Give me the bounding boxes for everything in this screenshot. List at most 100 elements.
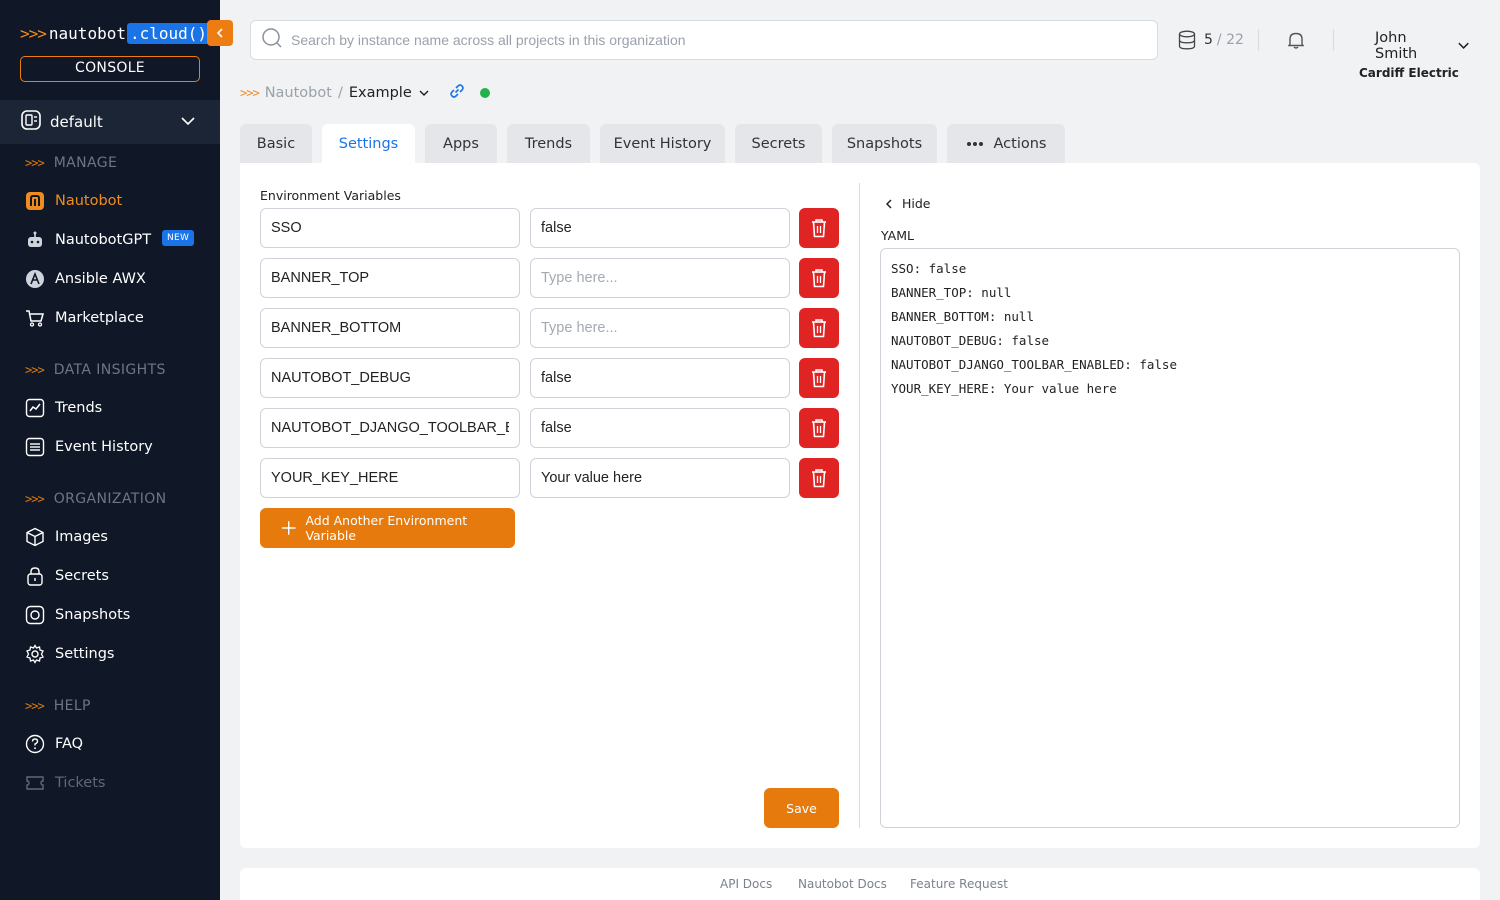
sidebar-item-nautobot[interactable]: Nautobot bbox=[25, 189, 205, 213]
trash-icon bbox=[812, 369, 826, 388]
env-value-input[interactable] bbox=[530, 258, 790, 298]
cube-icon bbox=[25, 527, 45, 547]
collapse-sidebar-button[interactable] bbox=[207, 20, 233, 46]
delete-env-var-button[interactable] bbox=[799, 358, 839, 398]
env-key-input[interactable] bbox=[260, 308, 520, 348]
feature-request-link[interactable]: Feature Request bbox=[910, 877, 1008, 891]
divider bbox=[1258, 29, 1259, 51]
nautobot-cloud-logo[interactable]: >>> nautobot .cloud() bbox=[20, 20, 211, 46]
env-key-input[interactable] bbox=[260, 258, 520, 298]
gear-icon bbox=[25, 644, 45, 664]
section-organization: >>> ORGANIZATION bbox=[25, 491, 167, 507]
section-chevrons: >>> bbox=[25, 363, 45, 377]
breadcrumb-chevrons: >>> bbox=[240, 86, 260, 100]
tab-apps[interactable]: Apps bbox=[425, 124, 497, 164]
tab-basic[interactable]: Basic bbox=[240, 124, 312, 164]
tab-label: Snapshots bbox=[846, 136, 923, 152]
new-badge: NEW bbox=[162, 230, 195, 246]
delete-env-var-button[interactable] bbox=[799, 258, 839, 298]
tab-settings[interactable]: Settings bbox=[322, 124, 415, 164]
chevron-left-icon bbox=[885, 198, 892, 209]
env-key-input[interactable] bbox=[260, 358, 520, 398]
sidebar-item-label: Tickets bbox=[55, 775, 106, 791]
add-env-var-button[interactable]: Add Another Environment Variable bbox=[260, 508, 515, 548]
sidebar-item-tickets[interactable]: Tickets bbox=[25, 771, 205, 795]
env-key-input[interactable] bbox=[260, 408, 520, 448]
section-chevrons: >>> bbox=[25, 156, 45, 170]
org-selector[interactable]: default bbox=[0, 100, 220, 144]
section-manage: >>> MANAGE bbox=[25, 155, 117, 171]
instance-name: Example bbox=[348, 85, 412, 101]
breadcrumb-root[interactable]: Nautobot bbox=[265, 85, 332, 101]
sidebar-item-event-history[interactable]: Event History bbox=[25, 435, 205, 459]
tab-actions[interactable]: Actions bbox=[947, 124, 1065, 164]
section-label: MANAGE bbox=[53, 155, 118, 171]
search-bar[interactable] bbox=[250, 20, 1158, 60]
yaml-line: BANNER_TOP: null bbox=[891, 285, 1012, 300]
instance-selector[interactable]: Example bbox=[349, 85, 430, 101]
search-input[interactable] bbox=[291, 32, 1131, 48]
yaml-line: SSO: false bbox=[891, 261, 967, 276]
section-label: HELP bbox=[53, 698, 91, 714]
sidebar-item-label: Nautobot bbox=[55, 193, 123, 209]
logo-cloud: .cloud() bbox=[126, 22, 211, 44]
yaml-line: NAUTOBOT_DEBUG: false bbox=[891, 333, 1050, 348]
question-icon bbox=[25, 734, 45, 754]
hide-yaml-button[interactable]: Hide bbox=[884, 196, 931, 211]
chevron-down-icon bbox=[419, 90, 429, 97]
logo-chevrons: >>> bbox=[20, 23, 47, 43]
user-name-row: John Smith bbox=[1355, 30, 1470, 62]
sidebar-item-trends[interactable]: Trends bbox=[25, 396, 205, 420]
delete-env-var-button[interactable] bbox=[799, 408, 839, 448]
sidebar-item-label: NautobotGPT bbox=[55, 232, 152, 248]
tab-trends[interactable]: Trends bbox=[507, 124, 590, 164]
user-menu[interactable]: John Smith Cardiff Electric bbox=[1355, 30, 1470, 80]
sidebar-item-settings[interactable]: Settings bbox=[25, 642, 205, 666]
sidebar-item-secrets[interactable]: Secrets bbox=[25, 564, 205, 588]
logo-word: nautobot bbox=[48, 23, 126, 43]
sidebar-item-label: Marketplace bbox=[55, 310, 144, 326]
console-button[interactable]: CONSOLE bbox=[20, 56, 200, 82]
env-value-input[interactable] bbox=[530, 358, 790, 398]
env-value-input[interactable] bbox=[530, 208, 790, 248]
api-docs-link[interactable]: API Docs bbox=[720, 877, 772, 891]
sidebar-item-snapshots[interactable]: Snapshots bbox=[25, 603, 205, 627]
env-key-input[interactable] bbox=[260, 458, 520, 498]
env-value-input[interactable] bbox=[530, 458, 790, 498]
tab-secrets[interactable]: Secrets bbox=[735, 124, 822, 164]
cart-icon bbox=[25, 308, 45, 328]
sidebar-item-faq[interactable]: FAQ bbox=[25, 732, 205, 756]
section-help: >>> HELP bbox=[25, 698, 91, 714]
env-vars-label: Environment Variables bbox=[260, 188, 401, 203]
save-button[interactable]: Save bbox=[764, 788, 839, 828]
database-icon bbox=[1178, 30, 1196, 50]
trend-chart-icon bbox=[25, 398, 45, 418]
tab-label: Secrets bbox=[751, 136, 806, 152]
tab-label: Event History bbox=[613, 136, 712, 152]
delete-env-var-button[interactable] bbox=[799, 208, 839, 248]
search-icon bbox=[261, 27, 283, 53]
tab-event-history[interactable]: Event History bbox=[600, 124, 725, 164]
nautobot-docs-link[interactable]: Nautobot Docs bbox=[798, 877, 887, 891]
delete-env-var-button[interactable] bbox=[799, 308, 839, 348]
env-key-input[interactable] bbox=[260, 208, 520, 248]
sidebar-item-label: FAQ bbox=[55, 736, 84, 752]
env-value-input[interactable] bbox=[530, 408, 790, 448]
yaml-editor[interactable]: SSO: false BANNER_TOP: null BANNER_BOTTOM:… bbox=[880, 248, 1460, 828]
sidebar-item-ansible-awx[interactable]: Ansible AWX bbox=[25, 267, 205, 291]
env-value-input[interactable] bbox=[530, 308, 790, 348]
sidebar-item-label: Images bbox=[55, 529, 108, 545]
sidebar-item-nautobotgpt[interactable]: NautobotGPT NEW bbox=[25, 228, 205, 252]
trash-icon bbox=[812, 219, 826, 238]
sidebar-item-marketplace[interactable]: Marketplace bbox=[25, 306, 205, 330]
notifications-button[interactable] bbox=[1286, 30, 1306, 54]
list-icon bbox=[25, 437, 45, 457]
trash-icon bbox=[812, 419, 826, 438]
sidebar-item-images[interactable]: Images bbox=[25, 525, 205, 549]
breadcrumb: >>> Nautobot / Example bbox=[240, 82, 490, 104]
sidebar-item-label: Trends bbox=[55, 400, 103, 416]
delete-env-var-button[interactable] bbox=[799, 458, 839, 498]
status-indicator bbox=[479, 88, 490, 98]
tab-snapshots[interactable]: Snapshots bbox=[832, 124, 937, 164]
link-icon[interactable] bbox=[448, 82, 466, 104]
